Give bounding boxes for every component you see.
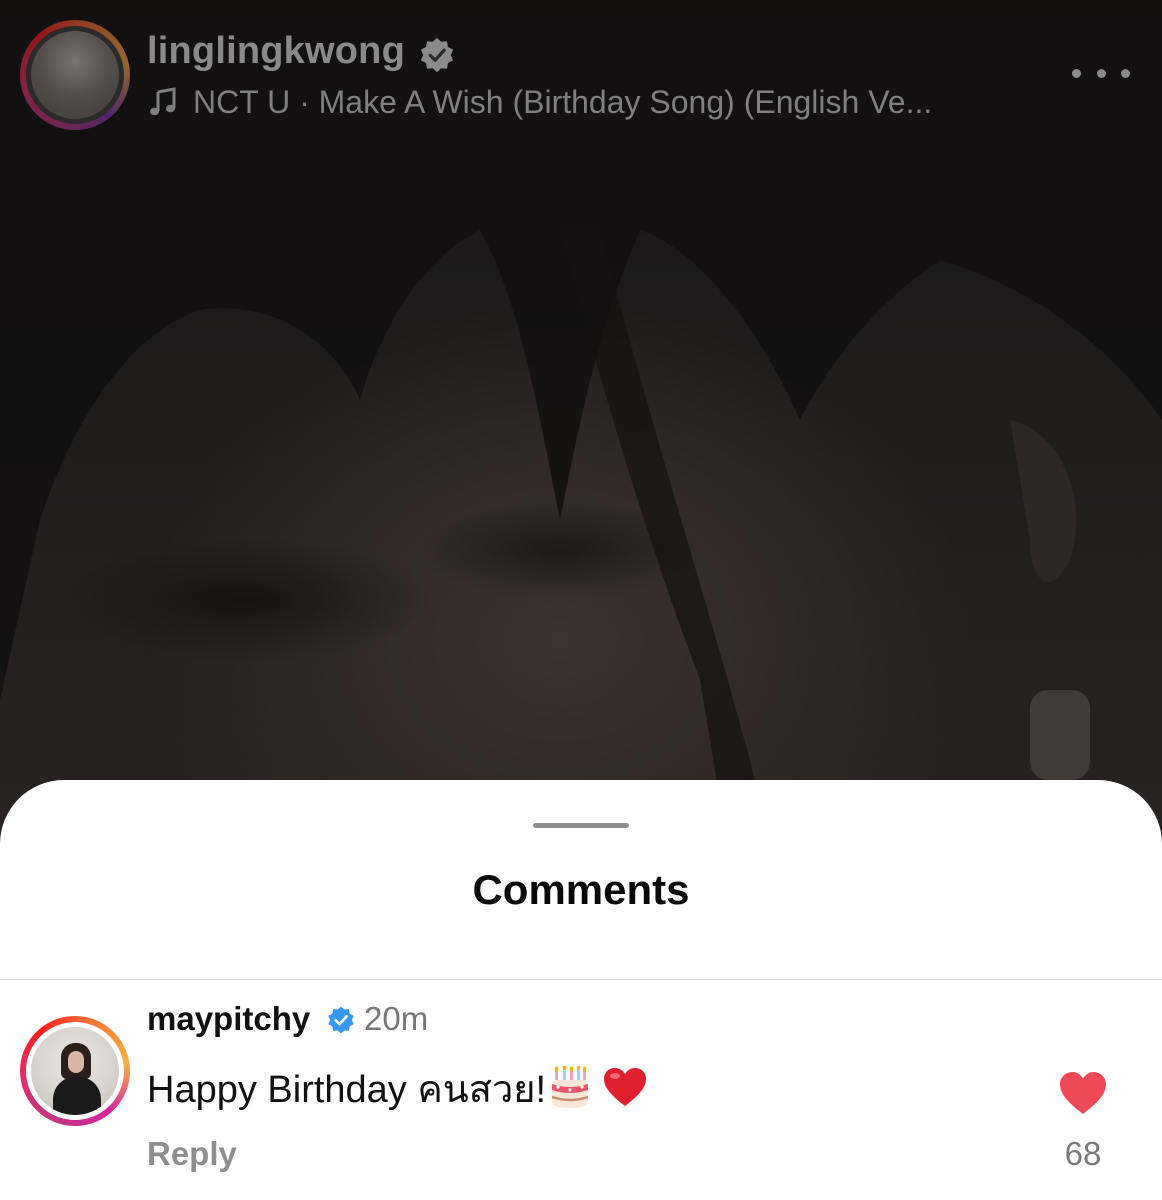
avatar[interactable]: [26, 1022, 124, 1120]
comment-body: Happy Birthday คนสวย!: [147, 1069, 547, 1111]
comment-timestamp: 20m: [364, 1000, 429, 1037]
comments-sheet: Comments maypitchy 20m Happy Birthday คน…: [0, 780, 1162, 1200]
music-note-icon: [150, 87, 176, 116]
story-username[interactable]: linglingkwong: [147, 30, 405, 73]
verified-badge-icon: [420, 37, 454, 73]
comment-item: maypitchy 20m Happy Birthday คนสวย! Repl…: [0, 1000, 1162, 1200]
story-music-label: NCT U · Make A Wish (Birthday Song) (Eng…: [193, 83, 933, 120]
comment-username[interactable]: maypitchy: [147, 1000, 310, 1038]
story-music[interactable]: NCT U · Make A Wish (Birthday Song) (Eng…: [147, 82, 932, 122]
more-options-icon[interactable]: [1072, 58, 1130, 88]
verified-badge-icon: [328, 1006, 354, 1034]
comment-text: Happy Birthday คนสวย!: [147, 1058, 648, 1119]
divider: [0, 979, 1162, 980]
sheet-title: Comments: [472, 866, 690, 913]
story-header: linglingkwong NCT U · Make A Wish (Birth…: [0, 0, 1162, 140]
sheet-grabber[interactable]: [533, 823, 629, 828]
like-count: 68: [1064, 1135, 1102, 1172]
heart-icon[interactable]: [1058, 1070, 1108, 1116]
story-avatar[interactable]: [26, 26, 124, 124]
birthday-cake-emoji: [551, 1066, 589, 1108]
red-heart-emoji: [604, 1068, 647, 1106]
reply-button[interactable]: Reply: [147, 1135, 237, 1173]
